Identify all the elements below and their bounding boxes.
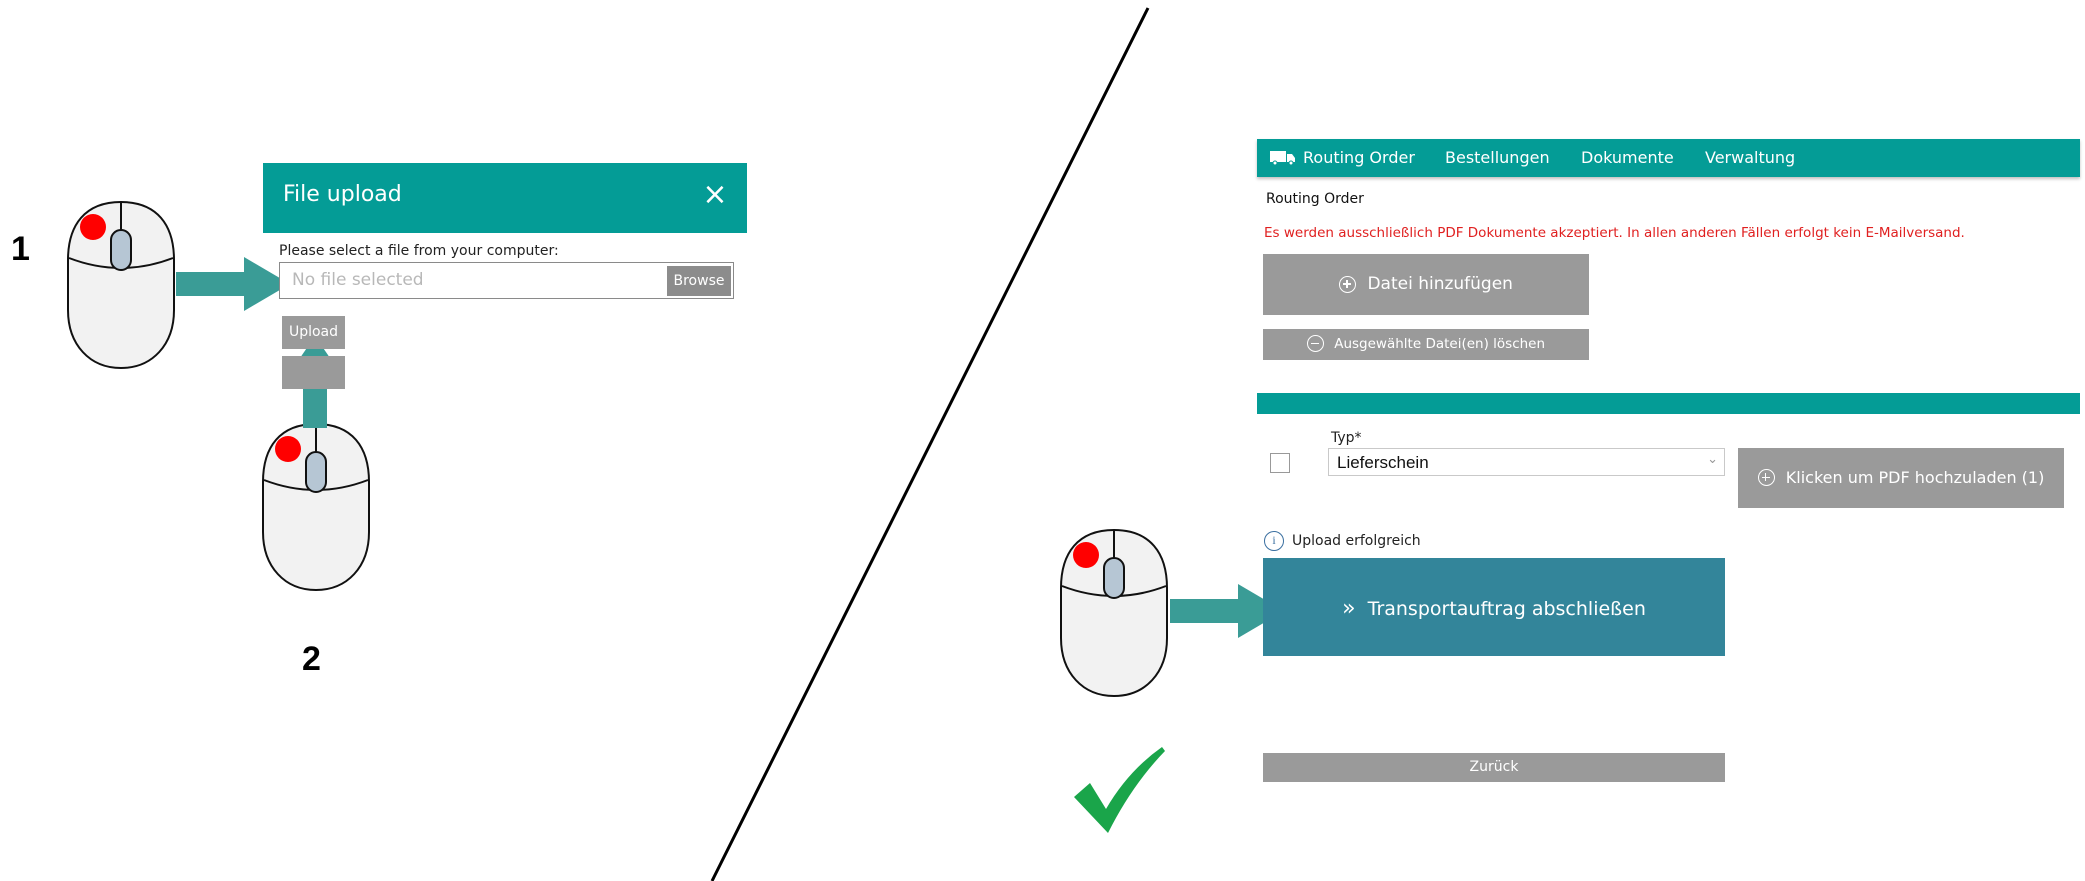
section-divider-bar	[1257, 393, 2080, 414]
add-file-button[interactable]: Datei hinzufügen	[1263, 254, 1589, 315]
mouse-icon	[67, 200, 175, 370]
file-input[interactable]: No file selected Browse	[279, 262, 734, 299]
breadcrumb: Routing Order	[1266, 191, 1364, 207]
info-icon: i	[1264, 531, 1284, 551]
pdf-warning-text: Es werden ausschließlich PDF Dokumente a…	[1264, 225, 1965, 241]
back-button[interactable]: Zurück	[1263, 753, 1725, 782]
upload-pdf-label: Klicken um PDF hochzuladen (1)	[1785, 468, 2045, 487]
upload-status-text: Upload erfolgreich	[1292, 533, 1421, 549]
step-number-2: 2	[302, 640, 321, 678]
arrow-right-icon	[176, 257, 290, 311]
document-checkbox[interactable]	[1270, 453, 1290, 473]
upload-status: i Upload erfolgreich	[1264, 531, 1421, 551]
close-icon[interactable]: ×	[697, 177, 733, 213]
complete-transport-order-button[interactable]: » Transportauftrag abschließen	[1263, 558, 1725, 656]
mouse-icon	[1060, 528, 1168, 698]
file-input-placeholder: No file selected	[292, 270, 424, 290]
delete-selected-label: Ausgewählte Datei(en) löschen	[1334, 335, 1546, 352]
type-label: Typ*	[1331, 430, 1362, 446]
plus-circle-icon	[1757, 469, 1775, 486]
nav-item-routing-order[interactable]: Routing Order	[1303, 148, 1415, 167]
browse-button[interactable]: Browse	[667, 266, 731, 296]
plus-circle-icon	[1339, 275, 1357, 293]
upload-pdf-button[interactable]: Klicken um PDF hochzuladen (1)	[1738, 448, 2064, 508]
upload-button[interactable]: Upload	[282, 316, 345, 349]
chevron-down-icon: ⌄	[1707, 452, 1718, 467]
nav-item-dokumente[interactable]: Dokumente	[1581, 148, 1674, 167]
file-upload-dialog-header: File upload ×	[263, 163, 747, 233]
checkmark-icon	[1074, 747, 1165, 833]
file-select-prompt: Please select a file from your computer:	[279, 243, 559, 259]
dialog-title: File upload	[283, 182, 402, 207]
minus-circle-icon	[1306, 335, 1324, 352]
nav-item-bestellungen[interactable]: Bestellungen	[1445, 148, 1550, 167]
step-number-1: 1	[11, 230, 30, 268]
add-file-label: Datei hinzufügen	[1367, 274, 1513, 294]
nav-item-verwaltung[interactable]: Verwaltung	[1705, 148, 1795, 167]
double-chevron-right-icon: »	[1342, 596, 1356, 621]
top-navigation: Routing Order Bestellungen Dokumente Ver…	[1257, 139, 2080, 177]
document-type-select[interactable]: Lieferschein ⌄	[1328, 448, 1725, 476]
complete-label: Transportauftrag abschließen	[1367, 598, 1646, 620]
delete-selected-files-button[interactable]: Ausgewählte Datei(en) löschen	[1263, 329, 1589, 360]
document-type-value: Lieferschein	[1337, 453, 1429, 472]
secondary-button[interactable]	[282, 356, 345, 389]
mouse-icon	[262, 422, 370, 592]
truck-icon	[1270, 151, 1295, 165]
